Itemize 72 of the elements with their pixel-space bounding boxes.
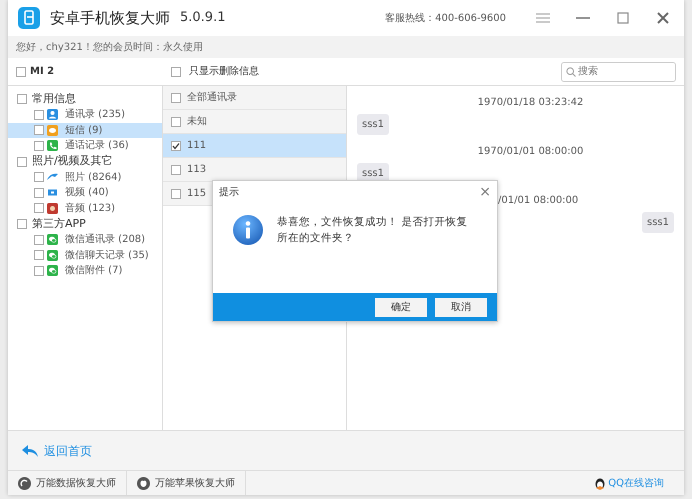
checkbox[interactable] [34,266,44,276]
message-icon [47,124,58,136]
chat-bubble-icon [47,265,58,276]
chat-bubble-icon [47,234,58,246]
checkbox[interactable] [34,110,44,120]
tree-group-label: 常用信息 [32,90,76,107]
checkbox[interactable] [34,125,44,136]
refresh-icon [18,476,31,490]
filter-label: 只显示删除信息 [189,64,259,79]
timestamp: /01/01 08:00:00 [498,194,578,208]
maximize-icon [617,12,629,24]
contact-row[interactable]: 未知 [163,110,346,134]
checkbox[interactable] [34,188,44,198]
checkbox[interactable] [34,140,44,151]
penguin-icon [594,476,606,490]
checkbox[interactable] [34,203,44,214]
video-icon [47,187,58,198]
tree-item[interactable]: 视频 (40) [8,185,162,200]
checkbox[interactable] [16,66,26,76]
checkbox[interactable] [34,234,44,245]
tree-item[interactable]: 照片 (8264) [8,170,162,185]
tree-item[interactable]: 微信附件 (7) [8,263,162,278]
dialog-message: 恭喜您，文件恢复成功！ 是否打开恢复所在的文件夹？ [277,215,468,246]
contact-icon [47,109,58,120]
version-label: 5.0.9.1 [180,9,226,28]
checkbox[interactable] [171,92,181,102]
tree-item[interactable]: 通讯录 (235) [8,107,162,122]
tree-item[interactable]: 微信聊天记录 (35) [8,248,162,263]
checkbox[interactable] [171,140,181,150]
close-button[interactable]: × [479,185,491,199]
window-title: 安卓手机恢复大师 [50,8,170,29]
chat-bubble-icon [47,250,58,261]
message-bubble: sss1 [357,114,389,135]
checkbox[interactable] [34,250,44,260]
app-logo-icon [18,7,40,29]
hotline-text: 客服热线：400-606-9600 [385,12,506,26]
tree-item[interactable]: 微信通讯录 (208) [8,232,162,248]
checkbox[interactable] [171,164,181,174]
info-icon [233,215,263,245]
audio-icon [47,202,58,214]
message-bubble: sss1 [642,212,674,233]
checkbox[interactable] [17,94,27,104]
confirm-button[interactable]: 确定 [375,298,427,316]
search-icon [566,66,576,76]
contact-row[interactable]: 113 [163,158,346,182]
contact-row[interactable]: 111 [163,134,346,158]
search-box[interactable]: 搜索 [561,62,676,82]
contact-row[interactable]: 全部通讯录 [163,86,346,110]
checkbox[interactable] [34,172,44,182]
cancel-button[interactable]: 取消 [435,298,487,316]
tree-item[interactable]: 短信 (9) [8,122,162,138]
timestamp: 1970/01/18 03:23:42 [476,96,584,110]
back-arrow-icon [22,444,38,456]
greeting-text: 您好，chy321！您的会员时间：永久使用 [16,40,203,54]
checkbox[interactable] [171,116,181,126]
tree-item[interactable]: 通话记录 (36) [8,138,162,154]
product-link[interactable]: 万能苹果恢复大师 [127,471,246,495]
phone-icon [47,140,58,152]
timestamp: 1970/01/01 08:00:00 [476,145,584,159]
close-icon [657,12,669,24]
product-link[interactable]: 万能数据恢复大师 [8,471,127,495]
tree-group-label: 第三方APP [32,216,86,232]
checkbox[interactable] [171,188,181,198]
checkbox[interactable] [17,219,27,229]
device-label: MI 2 [30,65,54,79]
tree-group-label: 照片/视频及其它 [32,153,113,170]
checkbox[interactable] [17,156,27,166]
checkbox[interactable] [171,66,181,76]
tree-item[interactable]: 音频 (123) [8,200,162,216]
dialog-title: 提示 [219,186,239,200]
photo-icon [47,172,58,183]
menu-icon [536,13,550,23]
